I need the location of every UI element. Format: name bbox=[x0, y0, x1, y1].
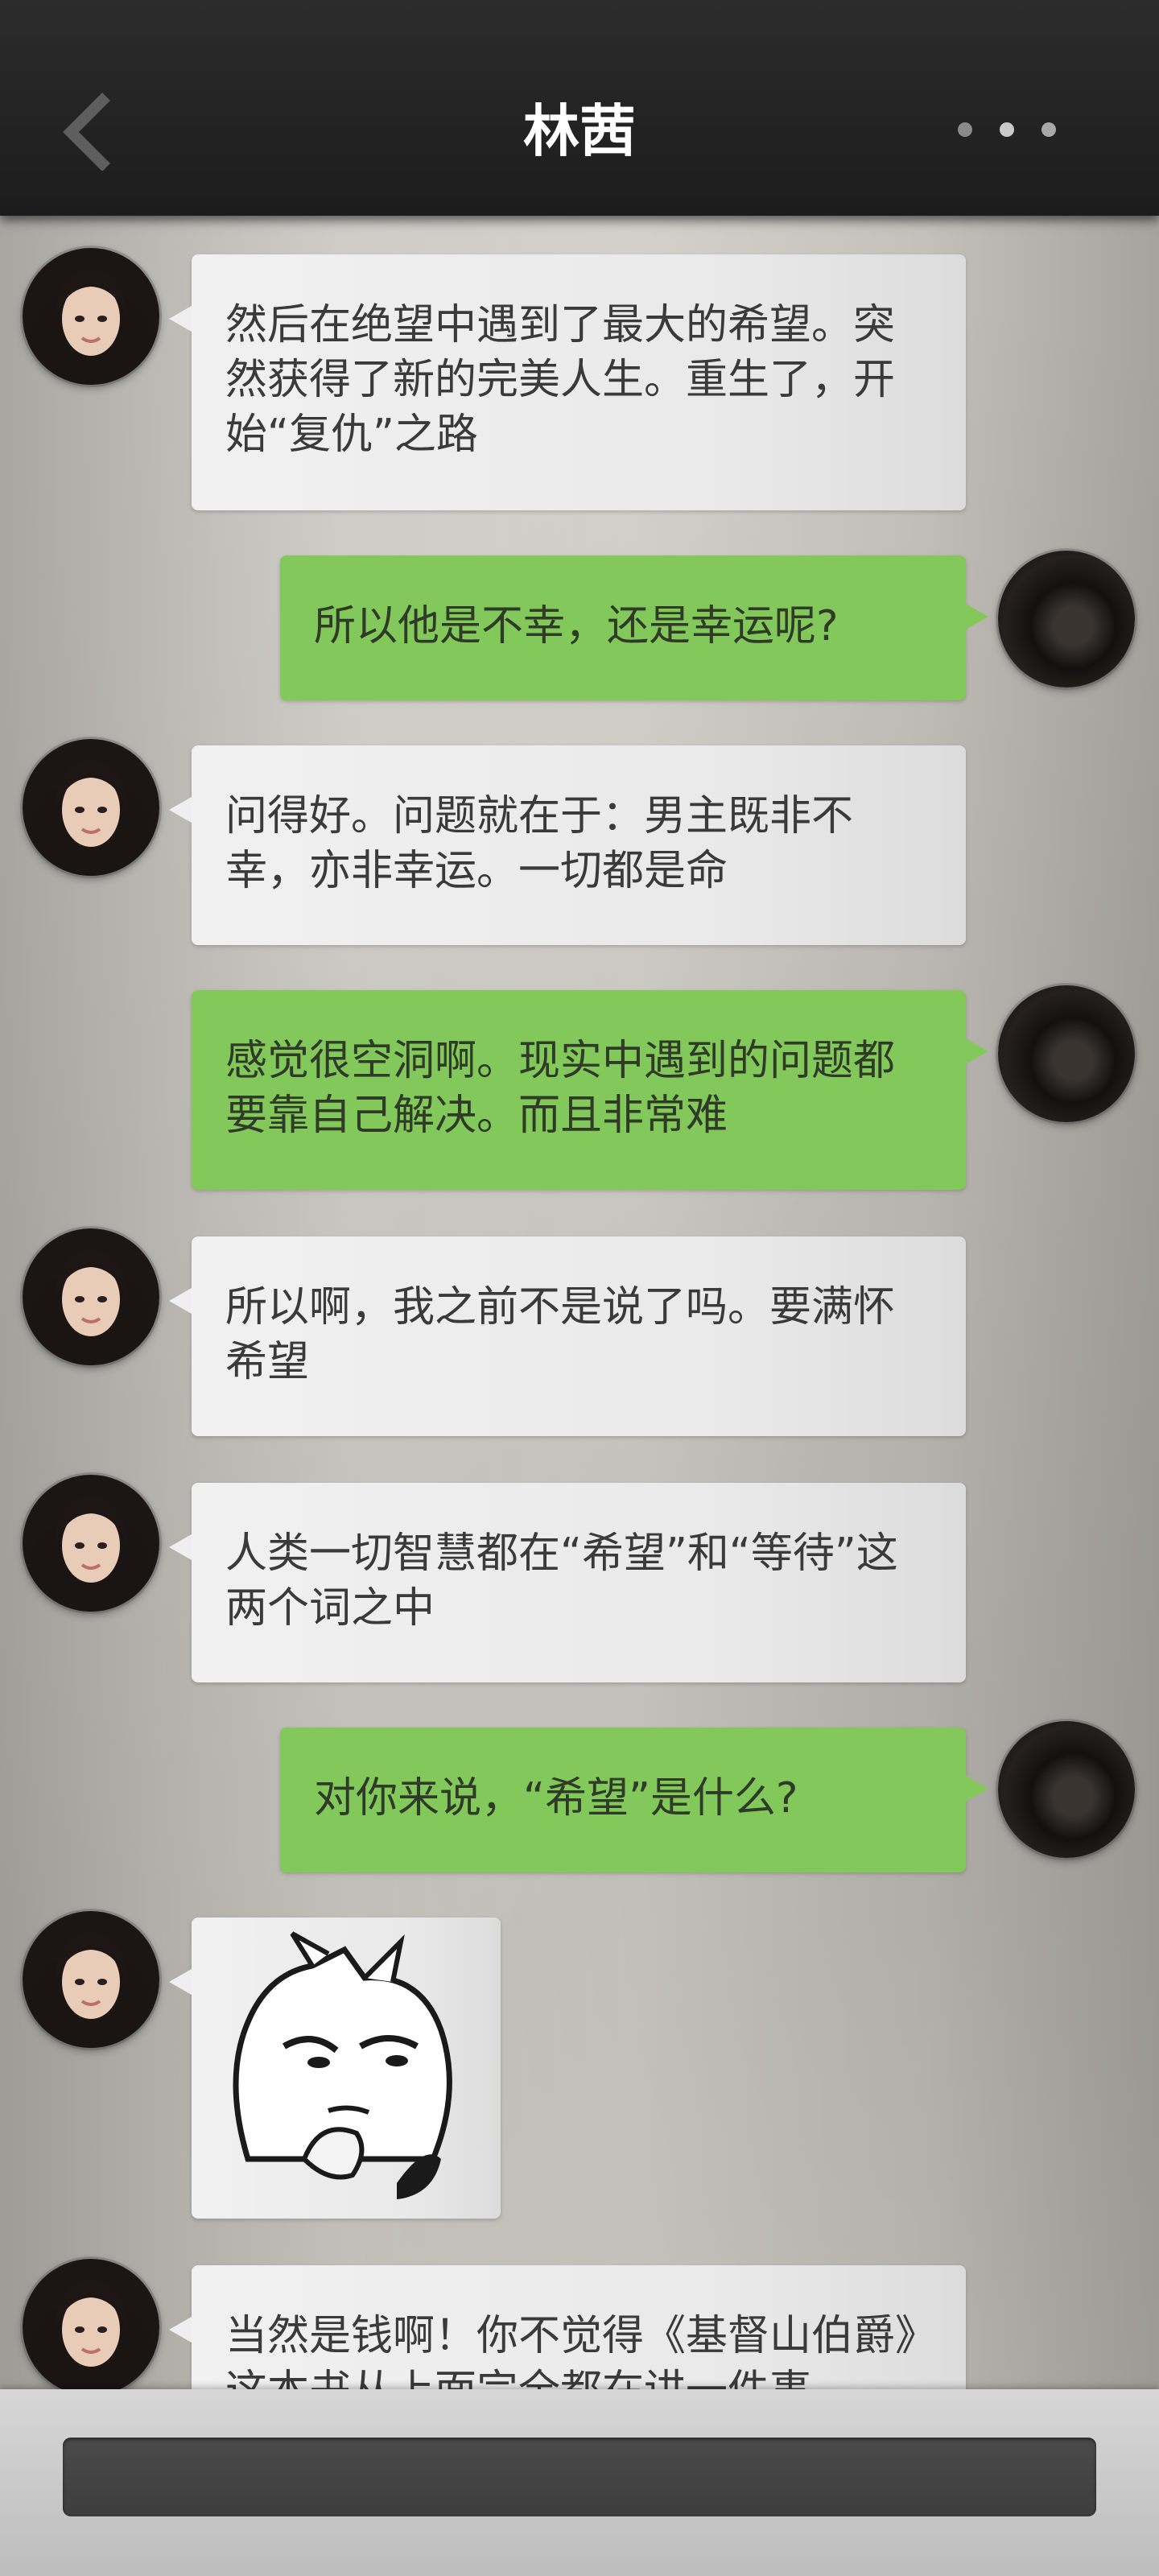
user-avatar[interactable] bbox=[998, 551, 1135, 687]
message-text: 所以他是不幸，还是幸运呢? bbox=[314, 602, 839, 650]
contact-avatar[interactable] bbox=[23, 248, 159, 385]
message-text: 感觉很空洞啊。现实中遇到的问题都要靠自己解决。而且非常难 bbox=[225, 1037, 896, 1140]
message-bubble[interactable]: 感觉很空洞啊。现实中遇到的问题都要靠自己解决。而且非常难 bbox=[192, 990, 988, 1190]
message-text: 人类一切智慧都在“希望”和“等待”这两个词之中 bbox=[225, 1530, 898, 1633]
top-bar: 林茜 bbox=[0, 0, 1159, 216]
contact-avatar[interactable] bbox=[23, 1911, 159, 2048]
message-bubble[interactable]: 然后在绝望中遇到了最大的希望。突然获得了新的完美人生。重生了，开始“复仇”之路 bbox=[169, 254, 966, 510]
contact-avatar[interactable] bbox=[23, 2259, 159, 2396]
message-text: 问得好。问题就在于：男主既非不幸，亦非幸运。一切都是命 bbox=[225, 792, 854, 895]
message-text: 然后在绝望中遇到了最大的希望。突然获得了新的完美人生。重生了，开始“复仇”之路 bbox=[225, 301, 896, 459]
message-bubble[interactable]: 所以啊，我之前不是说了吗。要满怀希望 bbox=[169, 1236, 966, 1436]
bottom-bar bbox=[0, 2389, 1159, 2576]
smug-cartoon-sticker bbox=[233, 1931, 452, 2199]
sticker-bubble[interactable] bbox=[169, 1918, 501, 2219]
message-text: 对你来说，“希望”是什么? bbox=[314, 1774, 798, 1823]
message-input[interactable] bbox=[63, 2438, 1096, 2516]
message-bubble[interactable]: 问得好。问题就在于：男主既非不幸，亦非幸运。一切都是命 bbox=[169, 745, 966, 945]
user-avatar[interactable] bbox=[998, 1721, 1135, 1858]
more-dots-icon[interactable] bbox=[958, 121, 1062, 145]
message-text: 所以啊，我之前不是说了吗。要满怀希望 bbox=[225, 1283, 896, 1386]
message-bubble[interactable]: 人类一切智慧都在“希望”和“等待”这两个词之中 bbox=[169, 1483, 966, 1682]
user-avatar[interactable] bbox=[998, 985, 1135, 1122]
message-bubble[interactable]: 所以他是不幸，还是幸运呢? bbox=[280, 555, 988, 700]
contact-avatar[interactable] bbox=[23, 1475, 159, 1612]
contact-avatar[interactable] bbox=[23, 739, 159, 876]
contact-avatar[interactable] bbox=[23, 1228, 159, 1365]
message-bubble[interactable]: 对你来说，“希望”是什么? bbox=[280, 1728, 988, 1872]
